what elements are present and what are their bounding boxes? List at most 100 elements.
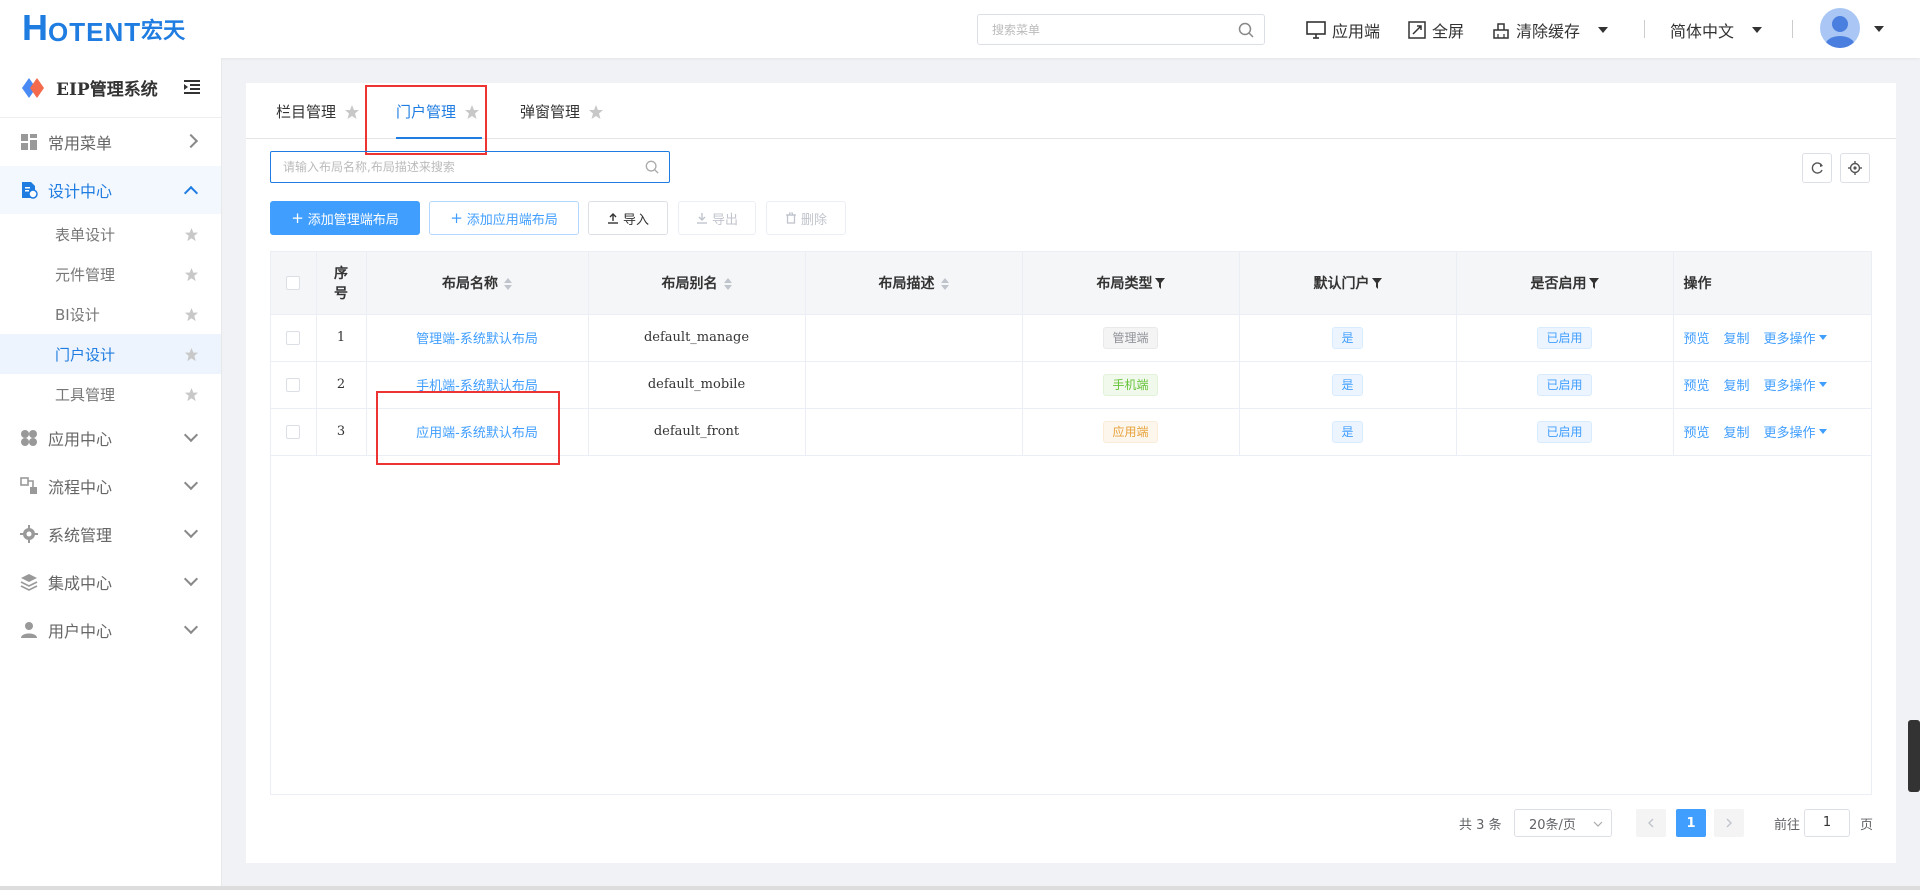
floating-widget-handle[interactable] bbox=[1908, 720, 1920, 792]
fullscreen-button[interactable]: 全屏 bbox=[1408, 18, 1464, 42]
chevron-right-icon bbox=[1726, 818, 1732, 828]
layout-search-input[interactable] bbox=[271, 152, 631, 182]
select-all-checkbox[interactable] bbox=[286, 275, 301, 290]
add-app-layout-button[interactable]: + 添加应用端布局 bbox=[429, 201, 579, 235]
sort-icon[interactable] bbox=[940, 277, 949, 290]
enabled-badge: 已启用 bbox=[1537, 326, 1592, 349]
sidebar-brand: EIP管理系统 bbox=[0, 58, 221, 118]
more-actions-dropdown[interactable]: 更多操作 bbox=[1764, 422, 1827, 441]
star-icon[interactable] bbox=[588, 104, 604, 120]
more-actions-dropdown[interactable]: 更多操作 bbox=[1764, 328, 1827, 347]
default-header[interactable]: 默认门户 bbox=[1239, 252, 1457, 315]
enabled-badge: 已启用 bbox=[1537, 373, 1592, 396]
goto-page-input[interactable]: 1 bbox=[1804, 809, 1850, 837]
filter-icon[interactable] bbox=[1154, 278, 1165, 290]
row-index: 2 bbox=[316, 361, 367, 409]
search-icon[interactable] bbox=[1238, 22, 1254, 38]
type-header[interactable]: 布局类型 bbox=[1022, 252, 1240, 315]
export-button[interactable]: 导出 bbox=[678, 201, 756, 235]
desc-header[interactable]: 布局描述 bbox=[805, 252, 1023, 315]
copy-link[interactable]: 复制 bbox=[1724, 332, 1750, 347]
tab-popup-manage[interactable]: 弹窗管理 bbox=[520, 101, 604, 122]
layout-alias: default_manage bbox=[588, 314, 806, 362]
brand-logo-icon bbox=[22, 77, 44, 98]
tab-column-manage[interactable]: 栏目管理 bbox=[276, 101, 360, 122]
clear-cache-button[interactable]: 清除缓存 bbox=[1492, 18, 1609, 42]
page-unit-label: 页 bbox=[1860, 817, 1874, 833]
sidebar-item-bi-design[interactable]: BI设计 bbox=[0, 294, 221, 334]
sidebar-item-tool-manage[interactable]: 工具管理 bbox=[0, 374, 221, 414]
row-index: 1 bbox=[316, 314, 367, 362]
star-icon[interactable] bbox=[344, 104, 360, 120]
language-selector[interactable]: 简体中文 bbox=[1670, 18, 1763, 42]
chevron-down-icon bbox=[183, 427, 199, 443]
layout-name-link[interactable]: 管理端-系统默认布局 bbox=[366, 314, 589, 362]
refresh-button[interactable] bbox=[1802, 153, 1832, 183]
star-icon[interactable] bbox=[184, 307, 199, 322]
monitor-icon bbox=[1306, 21, 1326, 39]
row-checkbox[interactable] bbox=[286, 377, 301, 392]
filter-icon[interactable] bbox=[1588, 278, 1599, 290]
sidebar-item-portal-design[interactable]: 门户设计 bbox=[0, 334, 221, 374]
preview-link[interactable]: 预览 bbox=[1684, 332, 1710, 347]
filter-icon[interactable] bbox=[1371, 278, 1382, 290]
row-checkbox[interactable] bbox=[286, 330, 301, 345]
default-badge: 是 bbox=[1332, 373, 1363, 396]
prev-page-button[interactable] bbox=[1636, 809, 1666, 837]
name-header[interactable]: 布局名称 bbox=[366, 252, 589, 315]
sidebar: EIP管理系统 常用菜单 设计中心 表单设计 元件管理 BI设计 门户设计 工具… bbox=[0, 58, 222, 890]
copy-link[interactable]: 复制 bbox=[1724, 426, 1750, 441]
add-manage-layout-button[interactable]: + 添加管理端布局 bbox=[270, 201, 420, 235]
sort-icon[interactable] bbox=[723, 277, 732, 290]
star-icon[interactable] bbox=[184, 387, 199, 402]
ops-header: 操作 bbox=[1673, 252, 1871, 315]
main-panel: 栏目管理 门户管理 弹窗管理 + 添加管理端布局 + 添加应用端布局 导入 bbox=[246, 83, 1896, 863]
more-actions-dropdown[interactable]: 更多操作 bbox=[1764, 375, 1827, 394]
settings-button[interactable] bbox=[1840, 153, 1870, 183]
chevron-down-icon bbox=[183, 619, 199, 635]
page-number-button[interactable]: 1 bbox=[1676, 809, 1706, 837]
sort-icon[interactable] bbox=[504, 277, 512, 290]
sidebar-item-form-design[interactable]: 表单设计 bbox=[0, 214, 221, 254]
sidebar-item-user-center[interactable]: 用户中心 bbox=[0, 606, 221, 654]
header-divider bbox=[1644, 20, 1645, 38]
alias-header[interactable]: 布局别名 bbox=[588, 252, 806, 315]
chevron-down-icon bbox=[1818, 335, 1827, 340]
sidebar-item-integration-center[interactable]: 集成中心 bbox=[0, 558, 221, 606]
collapse-menu-icon[interactable] bbox=[184, 80, 200, 94]
enabled-header[interactable]: 是否启用 bbox=[1456, 252, 1674, 315]
sidebar-item-app-center[interactable]: 应用中心 bbox=[0, 414, 221, 462]
sidebar-item-flow-center[interactable]: 流程中心 bbox=[0, 462, 221, 510]
copy-link[interactable]: 复制 bbox=[1724, 379, 1750, 394]
chevron-up-icon bbox=[183, 185, 199, 201]
sidebar-item-system-manage[interactable]: 系统管理 bbox=[0, 510, 221, 558]
star-icon[interactable] bbox=[184, 227, 199, 242]
app-end-button[interactable]: 应用端 bbox=[1306, 18, 1380, 42]
user-icon bbox=[21, 622, 37, 638]
search-icon[interactable] bbox=[645, 160, 659, 174]
avatar-dropdown-icon[interactable] bbox=[1874, 26, 1884, 32]
star-icon[interactable] bbox=[184, 267, 199, 282]
preview-link[interactable]: 预览 bbox=[1684, 426, 1710, 441]
chevron-down-icon bbox=[183, 571, 199, 587]
sidebar-item-common-menu[interactable]: 常用菜单 bbox=[0, 118, 221, 166]
menu-search[interactable] bbox=[977, 14, 1265, 45]
preview-link[interactable]: 预览 bbox=[1684, 379, 1710, 394]
row-checkbox[interactable] bbox=[286, 424, 301, 439]
hotent-logo[interactable]: H OTENT 宏天 bbox=[22, 10, 185, 47]
bottom-scrollbar[interactable] bbox=[0, 886, 1920, 890]
delete-button[interactable]: 删除 bbox=[766, 201, 846, 235]
menu-search-input[interactable] bbox=[978, 15, 1218, 44]
star-icon[interactable] bbox=[184, 347, 199, 362]
user-avatar[interactable] bbox=[1820, 8, 1860, 48]
page-size-select[interactable]: 20条/页 bbox=[1514, 809, 1612, 837]
sidebar-item-component-manage[interactable]: 元件管理 bbox=[0, 254, 221, 294]
sidebar-item-design-center[interactable]: 设计中心 bbox=[0, 166, 221, 214]
import-button[interactable]: 导入 bbox=[588, 201, 668, 235]
apps-icon bbox=[21, 430, 37, 446]
highlight-box bbox=[365, 85, 487, 155]
chevron-down-icon bbox=[183, 523, 199, 539]
header-divider bbox=[1792, 20, 1793, 38]
next-page-button[interactable] bbox=[1714, 809, 1744, 837]
layout-search[interactable] bbox=[270, 151, 670, 183]
